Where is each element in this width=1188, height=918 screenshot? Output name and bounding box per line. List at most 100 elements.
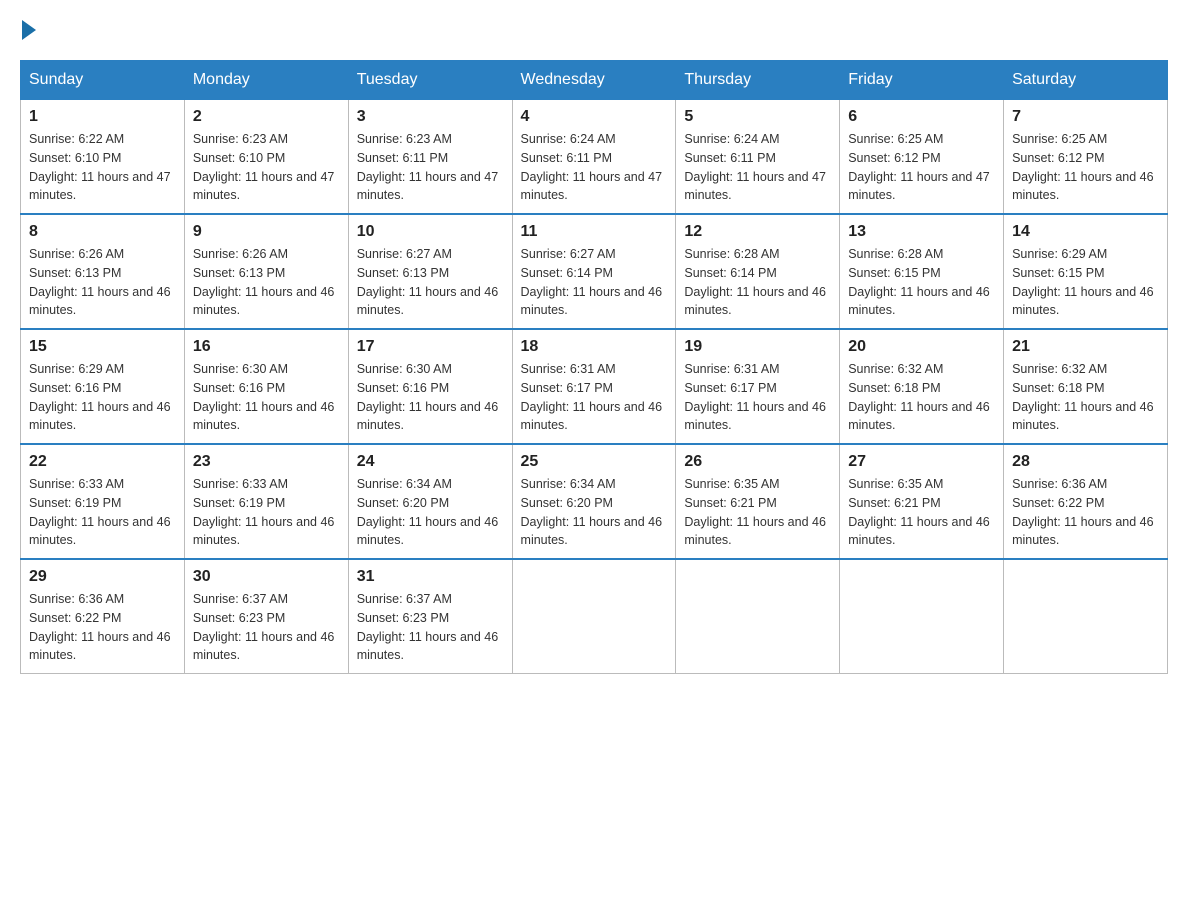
header-sunday: Sunday	[21, 61, 185, 100]
day-info: Sunrise: 6:29 AM Sunset: 6:16 PM Dayligh…	[29, 360, 176, 435]
calendar-cell: 17 Sunrise: 6:30 AM Sunset: 6:16 PM Dayl…	[348, 329, 512, 444]
calendar-cell: 18 Sunrise: 6:31 AM Sunset: 6:17 PM Dayl…	[512, 329, 676, 444]
header-thursday: Thursday	[676, 61, 840, 100]
calendar-cell: 5 Sunrise: 6:24 AM Sunset: 6:11 PM Dayli…	[676, 100, 840, 215]
calendar-cell: 1 Sunrise: 6:22 AM Sunset: 6:10 PM Dayli…	[21, 100, 185, 215]
day-number: 17	[357, 338, 504, 356]
calendar-cell: 12 Sunrise: 6:28 AM Sunset: 6:14 PM Dayl…	[676, 214, 840, 329]
day-number: 31	[357, 568, 504, 586]
calendar-cell	[676, 559, 840, 674]
calendar-cell: 31 Sunrise: 6:37 AM Sunset: 6:23 PM Dayl…	[348, 559, 512, 674]
day-number: 28	[1012, 453, 1159, 471]
day-info: Sunrise: 6:24 AM Sunset: 6:11 PM Dayligh…	[684, 130, 831, 205]
week-row-3: 15 Sunrise: 6:29 AM Sunset: 6:16 PM Dayl…	[21, 329, 1168, 444]
calendar-cell: 7 Sunrise: 6:25 AM Sunset: 6:12 PM Dayli…	[1004, 100, 1168, 215]
calendar-cell	[1004, 559, 1168, 674]
day-number: 14	[1012, 223, 1159, 241]
day-number: 24	[357, 453, 504, 471]
calendar-cell: 25 Sunrise: 6:34 AM Sunset: 6:20 PM Dayl…	[512, 444, 676, 559]
week-row-4: 22 Sunrise: 6:33 AM Sunset: 6:19 PM Dayl…	[21, 444, 1168, 559]
day-number: 8	[29, 223, 176, 241]
week-row-1: 1 Sunrise: 6:22 AM Sunset: 6:10 PM Dayli…	[21, 100, 1168, 215]
page-header	[20, 20, 1168, 40]
calendar-cell: 2 Sunrise: 6:23 AM Sunset: 6:10 PM Dayli…	[184, 100, 348, 215]
day-number: 22	[29, 453, 176, 471]
week-row-2: 8 Sunrise: 6:26 AM Sunset: 6:13 PM Dayli…	[21, 214, 1168, 329]
calendar-cell: 27 Sunrise: 6:35 AM Sunset: 6:21 PM Dayl…	[840, 444, 1004, 559]
day-number: 10	[357, 223, 504, 241]
day-info: Sunrise: 6:36 AM Sunset: 6:22 PM Dayligh…	[1012, 475, 1159, 550]
day-info: Sunrise: 6:32 AM Sunset: 6:18 PM Dayligh…	[848, 360, 995, 435]
calendar-cell: 8 Sunrise: 6:26 AM Sunset: 6:13 PM Dayli…	[21, 214, 185, 329]
day-info: Sunrise: 6:26 AM Sunset: 6:13 PM Dayligh…	[29, 245, 176, 320]
day-info: Sunrise: 6:30 AM Sunset: 6:16 PM Dayligh…	[193, 360, 340, 435]
day-info: Sunrise: 6:35 AM Sunset: 6:21 PM Dayligh…	[848, 475, 995, 550]
calendar-cell: 16 Sunrise: 6:30 AM Sunset: 6:16 PM Dayl…	[184, 329, 348, 444]
day-info: Sunrise: 6:37 AM Sunset: 6:23 PM Dayligh…	[193, 590, 340, 665]
day-number: 26	[684, 453, 831, 471]
calendar-cell: 24 Sunrise: 6:34 AM Sunset: 6:20 PM Dayl…	[348, 444, 512, 559]
day-number: 30	[193, 568, 340, 586]
day-number: 11	[521, 223, 668, 241]
day-info: Sunrise: 6:33 AM Sunset: 6:19 PM Dayligh…	[29, 475, 176, 550]
header-tuesday: Tuesday	[348, 61, 512, 100]
day-info: Sunrise: 6:32 AM Sunset: 6:18 PM Dayligh…	[1012, 360, 1159, 435]
calendar-cell: 28 Sunrise: 6:36 AM Sunset: 6:22 PM Dayl…	[1004, 444, 1168, 559]
day-number: 20	[848, 338, 995, 356]
logo	[20, 20, 38, 40]
logo-blue-part	[20, 20, 38, 40]
day-info: Sunrise: 6:30 AM Sunset: 6:16 PM Dayligh…	[357, 360, 504, 435]
header-friday: Friday	[840, 61, 1004, 100]
day-info: Sunrise: 6:37 AM Sunset: 6:23 PM Dayligh…	[357, 590, 504, 665]
calendar-table: SundayMondayTuesdayWednesdayThursdayFrid…	[20, 60, 1168, 674]
day-info: Sunrise: 6:36 AM Sunset: 6:22 PM Dayligh…	[29, 590, 176, 665]
day-number: 19	[684, 338, 831, 356]
day-number: 2	[193, 108, 340, 126]
day-number: 29	[29, 568, 176, 586]
calendar-cell: 14 Sunrise: 6:29 AM Sunset: 6:15 PM Dayl…	[1004, 214, 1168, 329]
calendar-cell: 19 Sunrise: 6:31 AM Sunset: 6:17 PM Dayl…	[676, 329, 840, 444]
day-info: Sunrise: 6:31 AM Sunset: 6:17 PM Dayligh…	[521, 360, 668, 435]
calendar-cell: 10 Sunrise: 6:27 AM Sunset: 6:13 PM Dayl…	[348, 214, 512, 329]
calendar-cell: 21 Sunrise: 6:32 AM Sunset: 6:18 PM Dayl…	[1004, 329, 1168, 444]
day-number: 1	[29, 108, 176, 126]
day-number: 18	[521, 338, 668, 356]
day-info: Sunrise: 6:28 AM Sunset: 6:15 PM Dayligh…	[848, 245, 995, 320]
day-info: Sunrise: 6:23 AM Sunset: 6:10 PM Dayligh…	[193, 130, 340, 205]
calendar-cell: 26 Sunrise: 6:35 AM Sunset: 6:21 PM Dayl…	[676, 444, 840, 559]
day-number: 12	[684, 223, 831, 241]
day-info: Sunrise: 6:22 AM Sunset: 6:10 PM Dayligh…	[29, 130, 176, 205]
day-number: 27	[848, 453, 995, 471]
day-number: 15	[29, 338, 176, 356]
calendar-cell: 4 Sunrise: 6:24 AM Sunset: 6:11 PM Dayli…	[512, 100, 676, 215]
day-info: Sunrise: 6:31 AM Sunset: 6:17 PM Dayligh…	[684, 360, 831, 435]
header-wednesday: Wednesday	[512, 61, 676, 100]
day-number: 3	[357, 108, 504, 126]
day-number: 13	[848, 223, 995, 241]
day-number: 23	[193, 453, 340, 471]
day-info: Sunrise: 6:24 AM Sunset: 6:11 PM Dayligh…	[521, 130, 668, 205]
header-row: SundayMondayTuesdayWednesdayThursdayFrid…	[21, 61, 1168, 100]
day-number: 9	[193, 223, 340, 241]
logo-arrow-icon	[22, 20, 36, 40]
calendar-cell: 6 Sunrise: 6:25 AM Sunset: 6:12 PM Dayli…	[840, 100, 1004, 215]
day-number: 7	[1012, 108, 1159, 126]
day-info: Sunrise: 6:34 AM Sunset: 6:20 PM Dayligh…	[521, 475, 668, 550]
calendar-cell: 3 Sunrise: 6:23 AM Sunset: 6:11 PM Dayli…	[348, 100, 512, 215]
day-info: Sunrise: 6:29 AM Sunset: 6:15 PM Dayligh…	[1012, 245, 1159, 320]
day-info: Sunrise: 6:34 AM Sunset: 6:20 PM Dayligh…	[357, 475, 504, 550]
day-info: Sunrise: 6:35 AM Sunset: 6:21 PM Dayligh…	[684, 475, 831, 550]
calendar-cell: 20 Sunrise: 6:32 AM Sunset: 6:18 PM Dayl…	[840, 329, 1004, 444]
calendar-cell: 30 Sunrise: 6:37 AM Sunset: 6:23 PM Dayl…	[184, 559, 348, 674]
day-info: Sunrise: 6:26 AM Sunset: 6:13 PM Dayligh…	[193, 245, 340, 320]
day-info: Sunrise: 6:27 AM Sunset: 6:14 PM Dayligh…	[521, 245, 668, 320]
header-saturday: Saturday	[1004, 61, 1168, 100]
day-number: 4	[521, 108, 668, 126]
calendar-cell: 23 Sunrise: 6:33 AM Sunset: 6:19 PM Dayl…	[184, 444, 348, 559]
calendar-cell: 15 Sunrise: 6:29 AM Sunset: 6:16 PM Dayl…	[21, 329, 185, 444]
day-info: Sunrise: 6:25 AM Sunset: 6:12 PM Dayligh…	[848, 130, 995, 205]
day-number: 16	[193, 338, 340, 356]
day-number: 25	[521, 453, 668, 471]
day-number: 5	[684, 108, 831, 126]
calendar-cell: 22 Sunrise: 6:33 AM Sunset: 6:19 PM Dayl…	[21, 444, 185, 559]
